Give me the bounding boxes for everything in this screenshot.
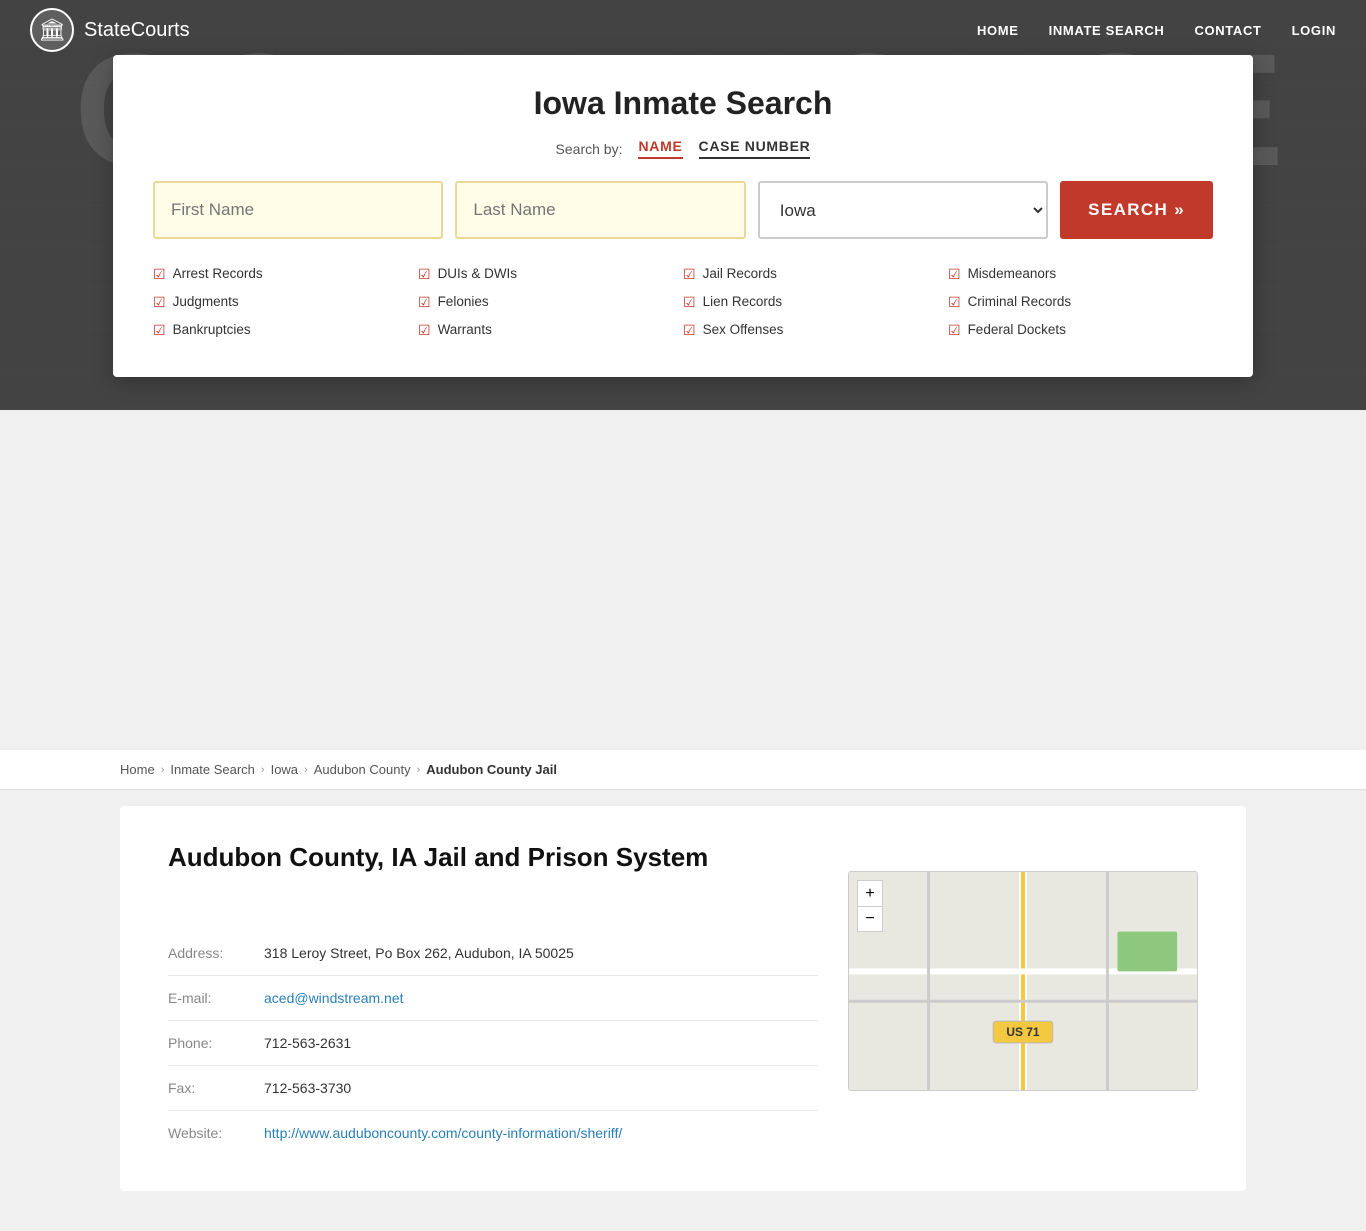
check-label: Federal Dockets [968,319,1066,342]
facility-info: Address: 318 Leroy Street, Po Box 262, A… [168,931,818,1155]
check-icon: ☑ [153,319,166,343]
check-item: ☑ Arrest Records [153,263,418,287]
email-label: E-mail: [168,990,248,1006]
check-icon: ☑ [683,319,696,343]
check-item: ☑ Jail Records [683,263,948,287]
check-item: ☑ Lien Records [683,291,948,315]
nav-contact[interactable]: CONTACT [1194,23,1261,38]
first-name-input[interactable] [153,181,443,239]
tab-name[interactable]: NAME [638,138,682,159]
top-navigation: 🏛 StateCourts HOME INMATE SEARCH CONTACT… [0,0,1366,60]
check-label: DUIs & DWIs [438,263,518,286]
email-link[interactable]: aced@windstream.net [264,990,404,1006]
breadcrumb-audubon-county[interactable]: Audubon County [314,762,411,777]
breadcrumb-sep-2: › [261,764,265,776]
breadcrumb: Home › Inmate Search › Iowa › Audubon Co… [0,750,1366,790]
check-label: Jail Records [703,263,777,286]
search-button[interactable]: SEARCH » [1060,181,1213,239]
checklist: ☑ Arrest Records ☑ DUIs & DWIs ☑ Jail Records… [153,263,1213,342]
check-icon: ☑ [153,291,166,315]
address-value: 318 Leroy Street, Po Box 262, Audubon, I… [264,945,574,961]
check-label: Criminal Records [968,291,1072,314]
nav-home[interactable]: HOME [977,23,1019,38]
breadcrumb-sep-3: › [304,764,308,776]
svg-text:US 71: US 71 [1006,1025,1040,1039]
search-card: Iowa Inmate Search Search by: NAME CASE … [113,55,1253,377]
check-label: Warrants [438,319,492,342]
site-logo[interactable]: 🏛 StateCourts [30,8,190,52]
check-item: ☑ Bankruptcies [153,319,418,343]
check-label: Misdemeanors [968,263,1057,286]
map-zoom-controls: + − [857,880,883,932]
check-item: ☑ Misdemeanors [948,263,1213,287]
check-icon: ☑ [948,263,961,287]
map-container: + − US 71 [848,871,1198,1091]
check-icon: ☑ [418,319,431,343]
check-item: ☑ Federal Dockets [948,319,1213,343]
logo-icon: 🏛 [30,8,74,52]
check-label: Bankruptcies [173,319,251,342]
email-row: E-mail: aced@windstream.net [168,976,818,1021]
content-card: Audubon County, IA Jail and Prison Syste… [120,806,1246,1191]
search-by-row: Search by: NAME CASE NUMBER [153,138,1213,159]
main-content: Audubon County, IA Jail and Prison Syste… [0,806,1366,1231]
website-label: Website: [168,1125,248,1141]
address-label: Address: [168,945,248,961]
search-inputs-row: Iowa Alabama Alaska Arizona Arkansas Cal… [153,181,1213,239]
phone-value: 712-563-2631 [264,1035,351,1051]
map-zoom-in[interactable]: + [857,880,883,906]
check-icon: ☑ [683,263,696,287]
check-label: Arrest Records [173,263,263,286]
check-icon: ☑ [948,291,961,315]
check-item: ☑ DUIs & DWIs [418,263,683,287]
search-card-title: Iowa Inmate Search [153,85,1213,122]
breadcrumb-inmate-search[interactable]: Inmate Search [170,762,255,777]
fax-label: Fax: [168,1080,248,1096]
check-icon: ☑ [948,319,961,343]
check-item: ☑ Sex Offenses [683,319,948,343]
state-select[interactable]: Iowa Alabama Alaska Arizona Arkansas Cal… [758,181,1048,239]
breadcrumb-home[interactable]: Home [120,762,155,777]
check-icon: ☑ [153,263,166,287]
map-svg: US 71 [849,872,1197,1091]
search-by-label: Search by: [556,141,623,157]
facility-title: Audubon County, IA Jail and Prison Syste… [168,842,1198,873]
check-item: ☑ Warrants [418,319,683,343]
map-zoom-out[interactable]: − [857,906,883,932]
check-item: ☑ Criminal Records [948,291,1213,315]
nav-inmate-search[interactable]: INMATE SEARCH [1049,23,1165,38]
check-label: Sex Offenses [703,319,784,342]
nav-login[interactable]: LOGIN [1292,23,1336,38]
logo-name-light: Courts [131,19,190,41]
breadcrumb-iowa[interactable]: Iowa [271,762,298,777]
phone-row: Phone: 712-563-2631 [168,1021,818,1066]
nav-links-container: HOME INMATE SEARCH CONTACT LOGIN [977,23,1336,38]
check-item: ☑ Judgments [153,291,418,315]
logo-name-bold: State [84,19,131,41]
website-row: Website: http://www.auduboncounty.com/co… [168,1111,818,1155]
logo-text: StateCourts [84,19,190,42]
breadcrumb-current: Audubon County Jail [426,762,557,777]
check-icon: ☑ [418,291,431,315]
last-name-input[interactable] [455,181,745,239]
address-row: Address: 318 Leroy Street, Po Box 262, A… [168,931,818,976]
check-label: Judgments [173,291,239,314]
breadcrumb-sep-1: › [161,764,165,776]
fax-value: 712-563-3730 [264,1080,351,1096]
check-label: Felonies [438,291,489,314]
phone-label: Phone: [168,1035,248,1051]
check-label: Lien Records [703,291,783,314]
check-icon: ☑ [683,291,696,315]
check-icon: ☑ [418,263,431,287]
hero-section: COURTHOUSE 🏛 StateCourts HOME INMATE SEA… [0,0,1366,410]
check-item: ☑ Felonies [418,291,683,315]
tab-case-number[interactable]: CASE NUMBER [699,138,811,159]
website-link[interactable]: http://www.auduboncounty.com/county-info… [264,1125,622,1141]
breadcrumb-sep-4: › [417,764,421,776]
fax-row: Fax: 712-563-3730 [168,1066,818,1111]
